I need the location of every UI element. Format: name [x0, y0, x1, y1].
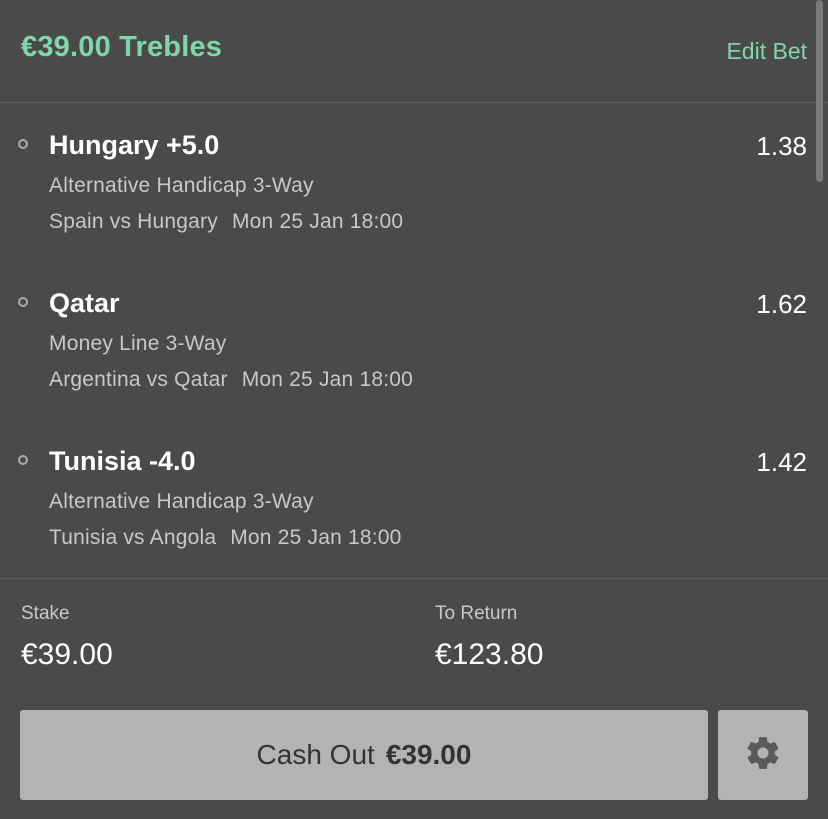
edit-bet-button[interactable]: Edit Bet [726, 38, 807, 65]
selection-status-dot-icon [18, 139, 28, 149]
selection-event-name: Tunisia vs Angola [49, 526, 217, 549]
selection-event-time: Mon 25 Jan 18:00 [231, 210, 404, 233]
selection-event-name: Argentina vs Qatar [49, 368, 228, 391]
summary-divider [0, 578, 828, 579]
return-label: To Return [435, 603, 518, 624]
bet-header: €39.00 Trebles Edit Bet [0, 0, 828, 103]
selection-item: Hungary +5.0 1.38 Alternative Handicap 3… [0, 103, 828, 261]
selection-event: Spain vs Hungary Mon 25 Jan 18:00 [49, 210, 403, 234]
return-value: €123.80 [435, 638, 544, 671]
selection-odds: 1.38 [756, 131, 807, 161]
cash-out-button[interactable]: Cash Out €39.00 [20, 710, 708, 800]
selection-market: Alternative Handicap 3-Way [49, 174, 314, 197]
selection-event-time: Mon 25 Jan 18:00 [241, 368, 414, 391]
selection-event: Tunisia vs Angola Mon 25 Jan 18:00 [49, 526, 402, 550]
cash-out-amount: €39.00 [385, 739, 472, 770]
selection-event-name: Spain vs Hungary [49, 210, 218, 233]
bet-card: €39.00 Trebles Edit Bet Hungary +5.0 1.3… [0, 0, 828, 819]
selection-item: Tunisia -4.0 1.42 Alternative Handicap 3… [0, 419, 828, 577]
gear-icon [744, 734, 782, 777]
selection-status-dot-icon [18, 297, 28, 307]
bet-title: €39.00 Trebles [21, 31, 223, 63]
selection-name: Qatar [49, 288, 120, 318]
selection-market: Alternative Handicap 3-Way [49, 490, 314, 513]
selection-odds: 1.62 [756, 289, 807, 319]
selection-list: Hungary +5.0 1.38 Alternative Handicap 3… [0, 103, 828, 577]
cash-out-settings-button[interactable] [718, 710, 808, 800]
selection-event: Argentina vs Qatar Mon 25 Jan 18:00 [49, 368, 413, 392]
selection-odds: 1.42 [756, 447, 807, 477]
stake-label: Stake [21, 603, 70, 624]
selection-market: Money Line 3-Way [49, 332, 227, 355]
stake-value: €39.00 [21, 638, 113, 671]
selection-item: Qatar 1.62 Money Line 3-Way Argentina vs… [0, 261, 828, 419]
selection-event-time: Mon 25 Jan 18:00 [230, 526, 402, 549]
cash-out-label: Cash Out [256, 739, 375, 770]
selection-status-dot-icon [18, 455, 28, 465]
selection-name: Tunisia -4.0 [49, 446, 196, 476]
selection-name: Hungary +5.0 [49, 130, 220, 160]
